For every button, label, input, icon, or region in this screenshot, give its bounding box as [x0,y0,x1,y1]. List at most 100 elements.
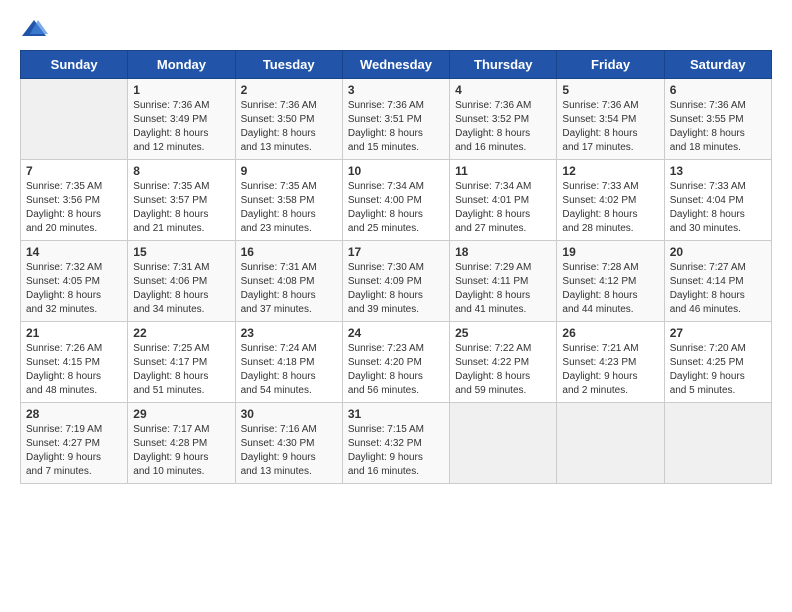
calendar-cell [450,403,557,484]
day-info: Sunrise: 7:23 AM Sunset: 4:20 PM Dayligh… [348,342,444,398]
day-info: Sunrise: 7:25 AM Sunset: 4:17 PM Dayligh… [133,342,229,398]
day-number: 31 [348,407,444,421]
day-number: 26 [562,326,658,340]
day-number: 1 [133,83,229,97]
day-number: 30 [241,407,337,421]
day-info: Sunrise: 7:29 AM Sunset: 4:11 PM Dayligh… [455,261,551,317]
day-info: Sunrise: 7:19 AM Sunset: 4:27 PM Dayligh… [26,423,122,479]
day-number: 4 [455,83,551,97]
day-number: 6 [670,83,766,97]
day-info: Sunrise: 7:27 AM Sunset: 4:14 PM Dayligh… [670,261,766,317]
calendar-week-3: 14 Sunrise: 7:32 AM Sunset: 4:05 PM Dayli… [21,241,772,322]
calendar-cell [21,79,128,160]
calendar-cell: 7Sunrise: 7:35 AM Sunset: 3:56 PM Daylig… [21,160,128,241]
day-info: Sunrise: 7:20 AM Sunset: 4:25 PM Dayligh… [670,342,766,398]
day-info: Sunrise: 7:34 AM Sunset: 4:01 PM Dayligh… [455,180,551,236]
day-number: 13 [670,164,766,178]
day-info: Sunrise: 7:36 AM Sunset: 3:52 PM Dayligh… [455,99,551,155]
day-info: Sunrise: 7:36 AM Sunset: 3:51 PM Dayligh… [348,99,444,155]
day-info: Sunrise: 7:16 AM Sunset: 4:30 PM Dayligh… [241,423,337,479]
calendar-week-1: 1 Sunrise: 7:36 AM Sunset: 3:49 PM Daylig… [21,79,772,160]
calendar-cell: 14 Sunrise: 7:32 AM Sunset: 4:05 PM Dayli… [21,241,128,322]
day-number: 22 [133,326,229,340]
day-header-sunday: Sunday [21,51,128,79]
day-header-monday: Monday [128,51,235,79]
day-info: Sunrise: 7:34 AM Sunset: 4:00 PM Dayligh… [348,180,444,236]
day-number: 23 [241,326,337,340]
day-info: Sunrise: 7:35 AM Sunset: 3:56 PM Dayligh… [26,180,122,236]
calendar-cell: 15 Sunrise: 7:31 AM Sunset: 4:06 PM Dayli… [128,241,235,322]
day-number: 19 [562,245,658,259]
calendar-cell: 5 Sunrise: 7:36 AM Sunset: 3:54 PM Daylig… [557,79,664,160]
day-info: Sunrise: 7:36 AM Sunset: 3:50 PM Dayligh… [241,99,337,155]
calendar-cell: 29 Sunrise: 7:17 AM Sunset: 4:28 PM Dayli… [128,403,235,484]
day-number: 25 [455,326,551,340]
logo-icon [20,16,48,44]
calendar-cell: 22 Sunrise: 7:25 AM Sunset: 4:17 PM Dayli… [128,322,235,403]
calendar-cell [664,403,771,484]
calendar-cell: 6 Sunrise: 7:36 AM Sunset: 3:55 PM Daylig… [664,79,771,160]
calendar-cell: 21 Sunrise: 7:26 AM Sunset: 4:15 PM Dayli… [21,322,128,403]
day-info: Sunrise: 7:32 AM Sunset: 4:05 PM Dayligh… [26,261,122,317]
day-number: 17 [348,245,444,259]
calendar-table: SundayMondayTuesdayWednesdayThursdayFrid… [20,50,772,484]
calendar-cell: 20 Sunrise: 7:27 AM Sunset: 4:14 PM Dayli… [664,241,771,322]
calendar-cell: 27 Sunrise: 7:20 AM Sunset: 4:25 PM Dayli… [664,322,771,403]
day-info: Sunrise: 7:28 AM Sunset: 4:12 PM Dayligh… [562,261,658,317]
day-number: 28 [26,407,122,421]
day-header-saturday: Saturday [664,51,771,79]
day-number: 8 [133,164,229,178]
calendar-cell: 31Sunrise: 7:15 AM Sunset: 4:32 PM Dayli… [342,403,449,484]
logo [20,16,52,44]
day-info: Sunrise: 7:17 AM Sunset: 4:28 PM Dayligh… [133,423,229,479]
calendar-week-4: 21 Sunrise: 7:26 AM Sunset: 4:15 PM Dayli… [21,322,772,403]
day-number: 15 [133,245,229,259]
calendar-cell: 12Sunrise: 7:33 AM Sunset: 4:02 PM Dayli… [557,160,664,241]
page-header [20,16,772,44]
day-info: Sunrise: 7:36 AM Sunset: 3:49 PM Dayligh… [133,99,229,155]
calendar-cell: 1 Sunrise: 7:36 AM Sunset: 3:49 PM Daylig… [128,79,235,160]
day-header-tuesday: Tuesday [235,51,342,79]
calendar-cell: 11 Sunrise: 7:34 AM Sunset: 4:01 PM Dayli… [450,160,557,241]
day-info: Sunrise: 7:24 AM Sunset: 4:18 PM Dayligh… [241,342,337,398]
day-info: Sunrise: 7:33 AM Sunset: 4:02 PM Dayligh… [562,180,658,236]
calendar-cell: 8 Sunrise: 7:35 AM Sunset: 3:57 PM Daylig… [128,160,235,241]
calendar-cell: 28 Sunrise: 7:19 AM Sunset: 4:27 PM Dayli… [21,403,128,484]
day-number: 14 [26,245,122,259]
day-number: 16 [241,245,337,259]
day-number: 10 [348,164,444,178]
calendar-cell: 25 Sunrise: 7:22 AM Sunset: 4:22 PM Dayli… [450,322,557,403]
calendar-cell: 17Sunrise: 7:30 AM Sunset: 4:09 PM Dayli… [342,241,449,322]
calendar-cell: 23 Sunrise: 7:24 AM Sunset: 4:18 PM Dayli… [235,322,342,403]
calendar-week-2: 7Sunrise: 7:35 AM Sunset: 3:56 PM Daylig… [21,160,772,241]
day-info: Sunrise: 7:26 AM Sunset: 4:15 PM Dayligh… [26,342,122,398]
calendar-cell: 10 Sunrise: 7:34 AM Sunset: 4:00 PM Dayli… [342,160,449,241]
calendar-cell: 3Sunrise: 7:36 AM Sunset: 3:51 PM Daylig… [342,79,449,160]
day-info: Sunrise: 7:31 AM Sunset: 4:06 PM Dayligh… [133,261,229,317]
day-header-wednesday: Wednesday [342,51,449,79]
calendar-cell: 30 Sunrise: 7:16 AM Sunset: 4:30 PM Dayli… [235,403,342,484]
day-number: 24 [348,326,444,340]
calendar-header: SundayMondayTuesdayWednesdayThursdayFrid… [21,51,772,79]
day-info: Sunrise: 7:22 AM Sunset: 4:22 PM Dayligh… [455,342,551,398]
day-header-thursday: Thursday [450,51,557,79]
day-info: Sunrise: 7:35 AM Sunset: 3:57 PM Dayligh… [133,180,229,236]
calendar-cell: 26Sunrise: 7:21 AM Sunset: 4:23 PM Dayli… [557,322,664,403]
calendar-cell: 2Sunrise: 7:36 AM Sunset: 3:50 PM Daylig… [235,79,342,160]
day-info: Sunrise: 7:35 AM Sunset: 3:58 PM Dayligh… [241,180,337,236]
day-number: 21 [26,326,122,340]
calendar-cell: 16 Sunrise: 7:31 AM Sunset: 4:08 PM Dayli… [235,241,342,322]
calendar-cell: 13 Sunrise: 7:33 AM Sunset: 4:04 PM Dayli… [664,160,771,241]
day-info: Sunrise: 7:33 AM Sunset: 4:04 PM Dayligh… [670,180,766,236]
day-number: 5 [562,83,658,97]
day-info: Sunrise: 7:36 AM Sunset: 3:54 PM Dayligh… [562,99,658,155]
day-number: 29 [133,407,229,421]
calendar-cell [557,403,664,484]
day-number: 11 [455,164,551,178]
day-info: Sunrise: 7:36 AM Sunset: 3:55 PM Dayligh… [670,99,766,155]
day-number: 27 [670,326,766,340]
day-number: 20 [670,245,766,259]
calendar-cell: 4 Sunrise: 7:36 AM Sunset: 3:52 PM Daylig… [450,79,557,160]
day-number: 18 [455,245,551,259]
day-info: Sunrise: 7:31 AM Sunset: 4:08 PM Dayligh… [241,261,337,317]
